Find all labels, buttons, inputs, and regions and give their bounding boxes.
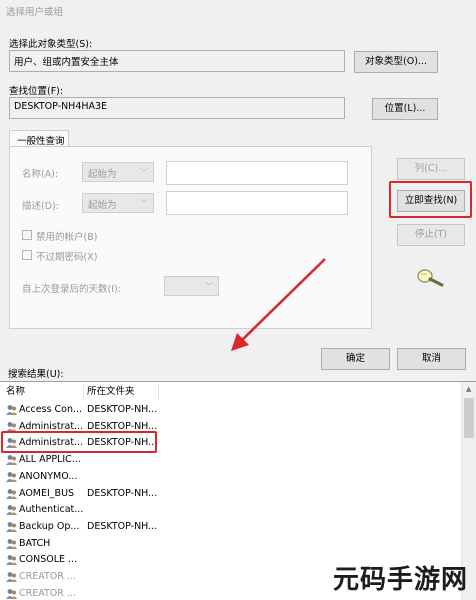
stop-button[interactable]: 停止(T) — [397, 224, 465, 246]
table-row[interactable]: Access Con... DESKTOP-NH... — [0, 402, 460, 419]
table-row[interactable]: ALL APPLIC... — [0, 452, 460, 469]
user-group-icon — [6, 455, 17, 466]
row-name: Access Con... — [19, 404, 83, 415]
non-expiring-password-label: 不过期密码(X) — [36, 252, 98, 263]
location-field: DESKTOP-NH4HA3E — [9, 97, 345, 119]
description-mode-value: 起始为 — [88, 200, 117, 211]
chevron-down-icon: ﹀ — [140, 199, 148, 208]
chevron-down-icon: ﹀ — [140, 168, 148, 177]
days-since-logon-select[interactable]: ﹀ — [164, 276, 219, 296]
user-group-icon — [6, 538, 17, 549]
row-name: AOMEI_BUS — [19, 487, 75, 499]
row-folder: DESKTOP-NH... — [87, 487, 158, 499]
watermark: 元码手游网 — [332, 565, 468, 595]
table-row[interactable]: BATCH — [0, 536, 460, 553]
user-group-icon — [6, 505, 17, 516]
column-divider — [158, 384, 159, 400]
user-group-icon — [6, 521, 17, 532]
disabled-accounts-label: 禁用的帐户(B) — [36, 232, 98, 243]
user-group-icon — [6, 488, 17, 499]
ok-button[interactable]: 确定 — [321, 348, 390, 370]
row-folder: DESKTOP-NH... — [87, 404, 158, 415]
tab-general-query[interactable]: 一般性查询 — [9, 130, 69, 147]
days-since-logon-label: 自上次登录后的天数(I): — [22, 284, 121, 295]
name-label: 名称(A): — [22, 169, 59, 180]
description-label: 描述(D): — [22, 201, 59, 212]
window-title: 选择用户或组 — [6, 7, 64, 18]
table-row[interactable]: Authenticat... — [0, 502, 460, 519]
selected-row-highlight — [1, 431, 157, 453]
search-animation-icon — [417, 269, 444, 287]
table-row[interactable]: Backup Op... DESKTOP-NH... — [0, 519, 460, 536]
cancel-button[interactable]: 取消 — [397, 348, 466, 370]
table-row[interactable]: ANONYMO... — [0, 469, 460, 486]
description-mode-select[interactable]: 起始为 ﹀ — [82, 193, 154, 213]
column-header-folder[interactable]: 所在文件夹 — [87, 384, 135, 400]
tab-general-query-label: 一般性查询 — [17, 136, 65, 147]
scroll-up-icon[interactable]: ▲ — [466, 385, 471, 393]
object-type-field: 用户、组或内置安全主体 — [9, 50, 345, 72]
user-group-icon — [6, 555, 17, 566]
scrollbar-thumb[interactable] — [464, 398, 474, 438]
description-input[interactable] — [166, 191, 348, 215]
row-name: CONSOLE ... — [19, 554, 78, 566]
annotation-arrow-icon — [231, 258, 326, 351]
name-mode-value: 起始为 — [88, 169, 117, 180]
user-group-icon — [6, 471, 17, 482]
user-group-icon — [6, 405, 17, 415]
location-button[interactable]: 位置(L)... — [372, 98, 438, 120]
row-name: CREATOR ... — [19, 571, 76, 582]
row-name: ALL APPLIC... — [19, 454, 81, 466]
find-now-highlight — [389, 181, 472, 218]
chevron-down-icon: ﹀ — [205, 282, 213, 291]
column-divider — [83, 384, 84, 400]
object-type-label: 选择此对象类型(S): — [9, 39, 93, 50]
row-name: Backup Op... — [19, 520, 80, 532]
column-header-name[interactable]: 名称 — [6, 384, 25, 400]
columns-button[interactable]: 列(C)... — [397, 158, 465, 180]
object-type-button[interactable]: 对象类型(O)... — [354, 51, 438, 73]
row-name: BATCH — [19, 537, 51, 549]
name-mode-select[interactable]: 起始为 ﹀ — [82, 162, 154, 182]
row-folder: DESKTOP-NH... — [87, 520, 158, 532]
row-name: Authenticat... — [19, 504, 84, 516]
user-group-icon — [6, 588, 17, 599]
disabled-accounts-checkbox[interactable] — [22, 230, 32, 240]
user-group-icon — [6, 572, 17, 582]
table-row[interactable]: AOMEI_BUS DESKTOP-NH... — [0, 486, 460, 503]
non-expiring-password-checkbox[interactable] — [22, 250, 32, 260]
row-name: ANONYMO... — [19, 470, 78, 482]
location-label: 查找位置(F): — [9, 86, 64, 97]
row-name: CREATOR ... — [19, 587, 76, 599]
name-input[interactable] — [166, 161, 348, 185]
search-results-label: 搜索结果(U): — [8, 369, 64, 380]
